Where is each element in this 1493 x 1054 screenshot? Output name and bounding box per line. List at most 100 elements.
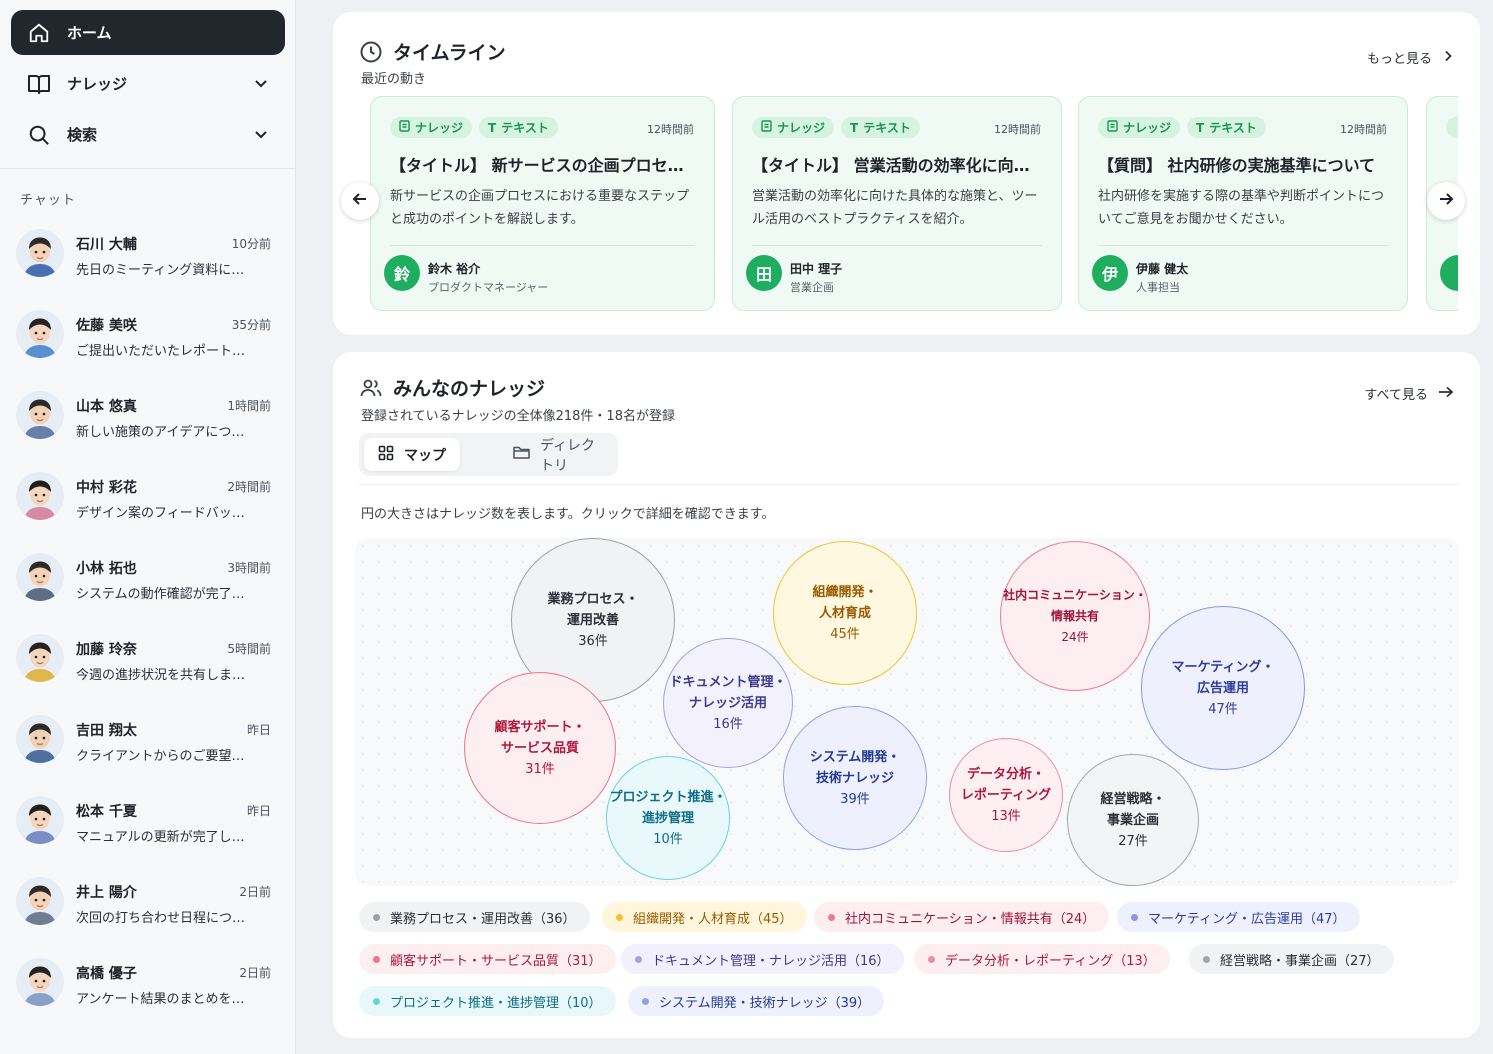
legend-label: マーケティング・広告運用（47） [1148, 911, 1346, 927]
bubble-count: 47件 [1208, 701, 1238, 717]
next-button[interactable] [1427, 182, 1465, 220]
timeline-item[interactable]: ナレッジ T テキスト 12時間前【タイトル】 新サービスの企画プロセスにおける重要な… [370, 96, 715, 311]
prev-button[interactable] [341, 182, 379, 220]
chat-item[interactable]: 井上 陽介 2日前 次回の打ち合わせ日程につ… [0, 870, 296, 951]
category-bubble[interactable]: 組織開発・ 人材育成 45件 [773, 541, 917, 685]
chat-list: 石川 大輔 10分前 先日のミーティング資料に… 佐藤 美咲 35分前 ご提出いただいたレ… [0, 222, 296, 1032]
legend-chip[interactable]: 社内コミュニケーション・情報共有（24） [814, 902, 1110, 932]
chat-item[interactable]: 中村 彩花 2時間前 デザイン案のフィードバッ… [0, 465, 296, 546]
bubble-label: 人材育成 [818, 605, 871, 621]
tab-map-label: マップ [404, 447, 446, 464]
legend-dot [828, 913, 835, 921]
category-bubble[interactable]: プロジェクト推進・ 進捗管理 10件 [606, 756, 730, 880]
bubble-count: 27件 [1118, 833, 1148, 849]
bubble-label: プロジェクト推進・ [609, 789, 727, 805]
category-bubble[interactable]: ドキュメント管理・ ナレッジ活用 16件 [663, 638, 793, 768]
document-icon [761, 120, 772, 135]
timeline-item-body: 社内研修を実施する際の基準や判断ポイントについてご意見をお聞かせください。 [1098, 189, 1385, 227]
legend-dot [1203, 955, 1210, 963]
avatar [16, 634, 64, 682]
legend-chip[interactable]: 顧客サポート・サービス品質（31） [359, 944, 616, 974]
chat-name: 小林 拓也 [76, 561, 137, 577]
nav-home[interactable]: ホーム [11, 10, 285, 55]
chat-name: 石川 大輔 [76, 237, 137, 253]
legend-chip[interactable]: プロジェクト推進・進捗管理（10） [359, 986, 616, 1016]
chat-item[interactable]: 松本 千夏 昨日 マニュアルの更新が完了し… [0, 789, 296, 870]
legend-chip[interactable]: システム開発・技術ナレッジ（39） [628, 986, 885, 1016]
category-bubble[interactable]: データ分析・ レポーティング 13件 [949, 738, 1063, 852]
bubble-label: 業務プロセス・ [547, 591, 639, 607]
chat-message: アンケート結果のまとめを… [76, 992, 245, 1007]
view-all-label: すべて見る [1364, 388, 1428, 403]
chat-name: 松本 千夏 [76, 804, 137, 820]
chat-item[interactable]: 高橋 優子 2日前 アンケート結果のまとめを… [0, 951, 296, 1032]
view-all-link[interactable]: すべて見る [1364, 384, 1454, 403]
bubble-label: 進捗管理 [641, 810, 694, 826]
chat-name: 井上 陽介 [76, 885, 137, 901]
sidebar: ホーム ナレッジ 検索 チャット 石川 大輔 10分前 先日のミーティング資料に… 佐… [0, 0, 296, 1054]
chat-item[interactable]: 石川 大輔 10分前 先日のミーティング資料に… [0, 222, 296, 303]
bubble-label: マーケティング・ [1171, 659, 1275, 675]
category-bubble[interactable]: マーケティング・ 広告運用 47件 [1141, 606, 1305, 770]
tab-directory[interactable]: ディレクトリ [499, 438, 618, 474]
chat-item[interactable]: 小林 拓也 3時間前 システムの動作確認が完了… [0, 546, 296, 627]
tag-label: テキスト [501, 121, 549, 135]
legend-chip[interactable]: マーケティング・広告運用（47） [1117, 902, 1360, 932]
sidebar-divider [0, 168, 296, 169]
chevron-down-icon[interactable] [253, 126, 269, 146]
nav-knowledge[interactable]: ナレッジ [11, 61, 285, 106]
chevron-down-icon[interactable] [253, 75, 269, 95]
chat-name: 吉田 翔太 [76, 723, 137, 739]
bubble-count: 13件 [991, 808, 1021, 824]
author-name: 田中 理子 [790, 262, 843, 276]
chat-item[interactable]: 吉田 翔太 昨日 クライアントからのご要望… [0, 708, 296, 789]
chat-name: 山本 悠真 [76, 399, 137, 415]
timeline-time: 12時間前 [994, 123, 1041, 136]
legend-dot [373, 997, 380, 1005]
bubble-label: 技術ナレッジ [815, 770, 894, 786]
category-bubble[interactable]: システム開発・ 技術ナレッジ 39件 [783, 706, 927, 850]
legend-chip[interactable]: 業務プロセス・運用改善（36） [359, 902, 590, 932]
legend-chip[interactable]: ドキュメント管理・ナレッジ活用（16） [621, 944, 904, 974]
timeline-item[interactable]: ナレッジ T テキスト 12時間前 【質問】 社内研修の実施基準について 社内研修を実施す… [1078, 96, 1408, 311]
category-bubble[interactable]: 顧客サポート・ サービス品質 31件 [464, 672, 616, 824]
tab-map[interactable]: マップ [364, 438, 460, 471]
timeline-item[interactable]: ナレッジ T テキスト 12時間前【タイトル】 営業活動の効率化に向けた具体的な施策営… [732, 96, 1062, 311]
bubble-label: 顧客サポート・ [494, 719, 586, 735]
text-type-icon: T [488, 120, 497, 135]
category-bubble[interactable]: 経営戦略・ 事業企画 27件 [1067, 754, 1199, 886]
avatar [16, 310, 64, 358]
legend-label: 業務プロセス・運用改善（36） [390, 911, 576, 927]
arrow-left-icon [351, 190, 369, 212]
legend-chip[interactable]: 組織開発・人材育成（45） [602, 902, 807, 932]
legend-dot [635, 955, 642, 963]
bubble-label: レポーティング [960, 787, 1052, 803]
timeline-title-text: タイムライン [393, 42, 506, 64]
author-avatar: 鈴 [384, 255, 420, 291]
arrow-right-icon [1438, 386, 1454, 402]
nav-home-label: ホーム [67, 24, 112, 42]
legend-chip[interactable]: 経営戦略・事業企画（27） [1189, 944, 1394, 974]
chat-item[interactable]: 山本 悠真 1時間前 新しい施策のアイデアにつ… [0, 384, 296, 465]
bubble-count: 31件 [525, 761, 555, 777]
legend-chip[interactable]: データ分析・レポーティング（13） [914, 944, 1170, 974]
tag-label: ナレッジ [777, 121, 826, 135]
knowledge-tag: ナレッジ [752, 117, 835, 138]
more-link[interactable]: もっと見る [1367, 48, 1454, 67]
legend-label: ドキュメント管理・ナレッジ活用（16） [652, 953, 890, 969]
chat-message: 新しい施策のアイデアにつ… [76, 425, 245, 440]
timeline-subtitle: 最近の動き [361, 72, 427, 87]
chat-time: 昨日 [246, 804, 271, 818]
bubble-count: 16件 [713, 716, 743, 732]
chat-message: システムの動作確認が完了… [76, 587, 245, 602]
avatar [16, 958, 64, 1006]
grid-icon [378, 445, 394, 465]
chat-item[interactable]: 佐藤 美咲 35分前 ご提出いただいたレポート… [0, 303, 296, 384]
chat-item[interactable]: 加藤 玲奈 5時間前 今週の進捗状況を共有しま… [0, 627, 296, 708]
tag-group: ナレッジ T テキスト [752, 117, 920, 138]
document-icon [1107, 120, 1118, 135]
nav-search[interactable]: 検索 [11, 112, 285, 157]
avatar [16, 472, 64, 520]
category-bubble[interactable]: 社内コミュニケーション・ 情報共有 24件 [1000, 541, 1150, 691]
chat-time: 35分前 [231, 318, 271, 332]
